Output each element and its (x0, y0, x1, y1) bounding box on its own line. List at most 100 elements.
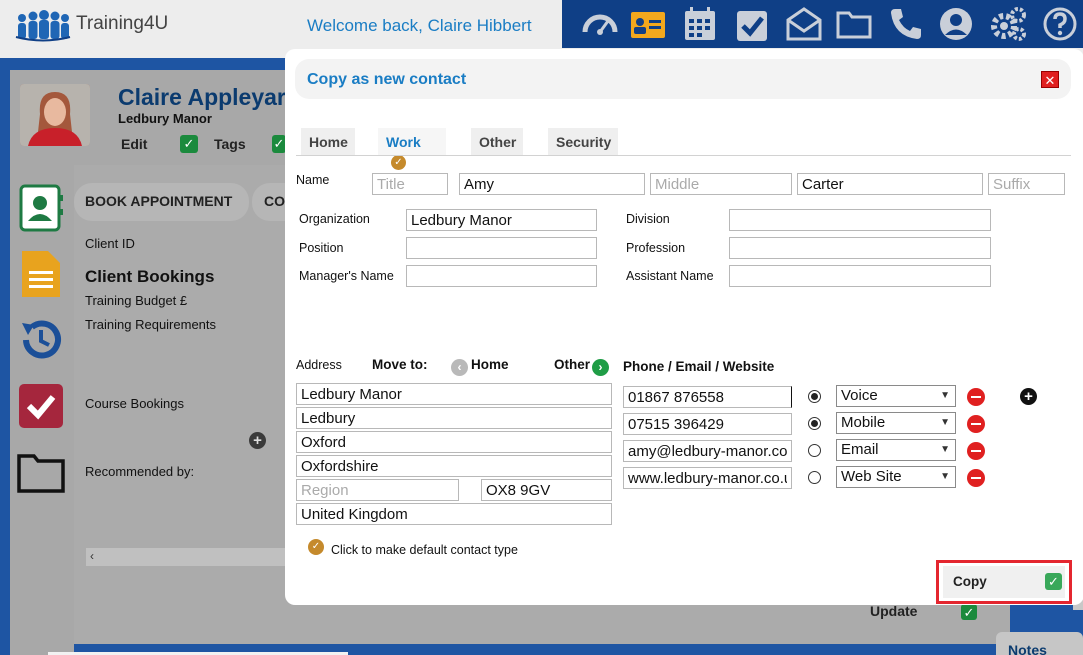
phone-icon[interactable] (886, 4, 926, 44)
assistant-name-field[interactable] (729, 265, 991, 287)
book-appointment-button[interactable]: BOOK APPOINTMENT (74, 183, 249, 221)
tab-work-label: Work (386, 134, 421, 150)
settings-icon[interactable] (988, 4, 1028, 44)
country-field[interactable] (296, 503, 612, 525)
contact-card-icon[interactable] (16, 183, 66, 233)
help-icon[interactable] (1040, 4, 1080, 44)
assistant-name-label: Assistant Name (626, 269, 714, 283)
contact-type-select[interactable]: Email ▼ (836, 439, 956, 461)
contact-methods-heading: Phone / Email / Website (623, 359, 775, 374)
document-icon[interactable] (16, 249, 66, 299)
division-field[interactable] (729, 209, 991, 231)
training-budget-label: Training Budget £ (85, 293, 188, 308)
chevron-down-icon: ▼ (940, 471, 950, 482)
copy-check-icon[interactable]: ✓ (1045, 573, 1062, 590)
contact-type-select[interactable]: Web Site ▼ (836, 466, 956, 488)
recommended-by-label: Recommended by: (85, 464, 195, 479)
copy-button-label[interactable]: Copy (953, 574, 987, 589)
toolbar (562, 0, 1083, 48)
contact-organization: Ledbury Manor (118, 111, 212, 126)
contact-value-field[interactable] (623, 386, 792, 408)
first-name-field[interactable] (459, 173, 645, 195)
welcome-message: Welcome back, Claire Hibbert (307, 16, 532, 35)
update-check-icon[interactable]: ✓ (961, 604, 977, 620)
last-name-field[interactable] (797, 173, 983, 195)
horizontal-scrollbar[interactable] (86, 548, 286, 566)
contact-type-value: Mobile (841, 414, 886, 431)
move-to-label: Move to: (372, 357, 428, 372)
contact-value-field[interactable] (623, 413, 792, 435)
mail-icon[interactable] (784, 4, 824, 44)
folder-icon[interactable] (16, 447, 66, 497)
edit-checkbox[interactable]: ✓ (180, 135, 198, 153)
scroll-left-icon[interactable]: ‹ (90, 549, 94, 563)
move-home-arrow-icon[interactable]: ‹ (451, 359, 468, 376)
edit-label: Edit (121, 136, 148, 152)
tasks-icon[interactable] (732, 4, 772, 44)
default-radio[interactable] (808, 444, 821, 457)
default-contact-type-hint: Click to make default contact type (331, 543, 518, 557)
region-field[interactable] (296, 479, 459, 501)
middle-name-field[interactable] (650, 173, 792, 195)
move-other-link[interactable]: Other (554, 357, 590, 372)
suffix-field[interactable] (988, 173, 1065, 195)
user-icon[interactable] (936, 4, 976, 44)
city-field[interactable] (296, 431, 612, 453)
move-other-arrow-icon[interactable]: › (592, 359, 609, 376)
client-bookings-heading: Client Bookings (85, 267, 215, 286)
contact-value-field[interactable] (623, 467, 792, 489)
sidebar (10, 165, 74, 655)
county-field[interactable] (296, 455, 612, 477)
training-requirements-label: Training Requirements (85, 317, 217, 332)
calendar-icon[interactable] (680, 4, 720, 44)
avatar (20, 84, 90, 146)
brand-name: Training4U (76, 13, 169, 34)
remove-row-icon[interactable] (967, 442, 985, 460)
history-icon[interactable] (16, 315, 66, 365)
folder-icon[interactable] (834, 4, 874, 44)
contact-value-field[interactable] (623, 440, 792, 462)
contact-type-select[interactable]: Mobile ▼ (836, 412, 956, 434)
organization-label: Organization (299, 212, 370, 226)
contact-type-value: Web Site (841, 468, 902, 485)
add-contact-method-icon[interactable]: + (1020, 388, 1037, 405)
position-field[interactable] (406, 237, 597, 259)
notes-tab[interactable]: Notes (996, 632, 1083, 655)
tab-work[interactable]: Work ✓ (378, 128, 446, 170)
organization-field[interactable] (406, 209, 597, 231)
remove-row-icon[interactable] (967, 388, 985, 406)
managers-name-label: Manager's Name (299, 269, 394, 283)
chevron-down-icon: ▼ (940, 417, 950, 428)
add-icon[interactable]: + (249, 432, 266, 449)
contacts-icon[interactable] (628, 4, 668, 44)
dialog-title: Copy as new contact (307, 71, 467, 88)
title-field[interactable] (372, 173, 448, 195)
profession-label: Profession (626, 241, 686, 255)
tab-home[interactable]: Home (301, 128, 355, 155)
division-label: Division (626, 212, 670, 226)
default-radio[interactable] (808, 417, 821, 430)
contact-type-select[interactable]: Voice ▼ (836, 385, 956, 407)
default-radio[interactable] (808, 390, 821, 403)
postcode-field[interactable] (481, 479, 612, 501)
contact-name: Claire Appleyard (118, 84, 300, 110)
chevron-down-icon: ▼ (940, 444, 950, 455)
logo-icon (14, 8, 72, 42)
dashboard-icon[interactable] (580, 4, 620, 44)
tags-checkbox[interactable]: ✓ (272, 135, 286, 153)
managers-name-field[interactable] (406, 265, 597, 287)
checklist-icon[interactable] (16, 381, 66, 431)
tab-other[interactable]: Other (471, 128, 523, 155)
chevron-down-icon: ▼ (940, 390, 950, 401)
remove-row-icon[interactable] (967, 415, 985, 433)
tab-security[interactable]: Security (548, 128, 618, 155)
address-line1-field[interactable] (296, 383, 612, 405)
remove-row-icon[interactable] (967, 469, 985, 487)
profession-field[interactable] (729, 237, 991, 259)
address-line2-field[interactable] (296, 407, 612, 429)
move-home-link[interactable]: Home (471, 357, 509, 372)
close-icon[interactable]: ✕ (1041, 71, 1059, 88)
default-radio[interactable] (808, 471, 821, 484)
contact-type-value: Email (841, 441, 879, 458)
update-button[interactable]: Update (870, 603, 917, 619)
